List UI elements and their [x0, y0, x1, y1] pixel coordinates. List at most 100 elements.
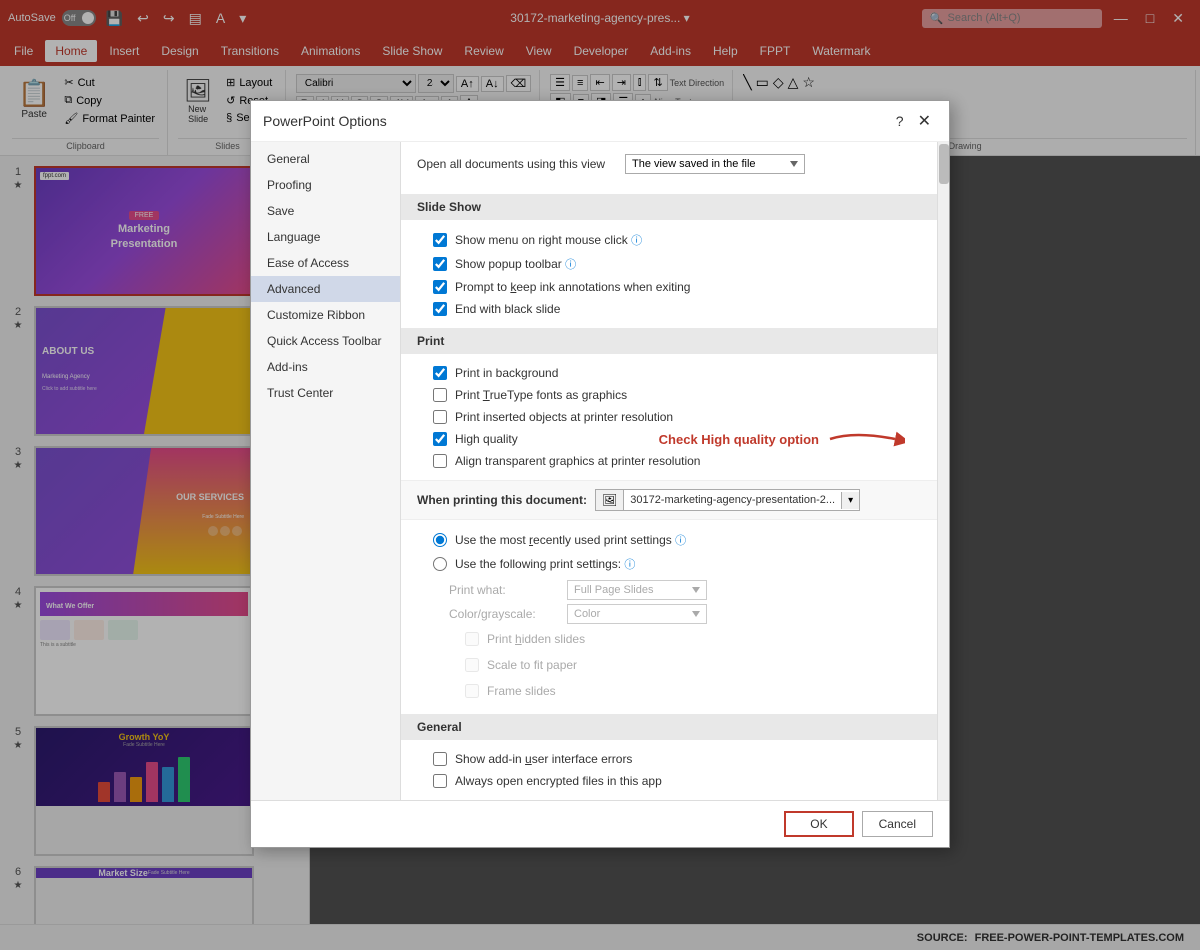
- slideshow-section-header: Slide Show: [401, 194, 937, 220]
- dialog-sidebar: General Proofing Save Language Ease of A…: [251, 142, 401, 800]
- nav-addins[interactable]: Add-ins: [251, 354, 400, 380]
- print-inserted-checkbox[interactable]: [433, 410, 447, 424]
- option-row: Print TrueType fonts as graphics: [417, 384, 921, 406]
- nav-ease-of-access[interactable]: Ease of Access: [251, 250, 400, 276]
- option-row: Prompt to keep ink annotations when exit…: [417, 276, 921, 298]
- show-menu-label: Show menu on right mouse click ⓘ: [455, 232, 642, 248]
- doc-select-dropdown[interactable]: ▾: [841, 492, 859, 509]
- powerpoint-options-dialog: PowerPoint Options ? ✕ General Proofing …: [250, 100, 950, 848]
- prompt-ink-checkbox[interactable]: [433, 280, 447, 294]
- print-hidden-checkbox: [465, 632, 479, 646]
- option-row: Print inserted objects at printer resolu…: [417, 406, 921, 428]
- dialog-title: PowerPoint Options: [263, 113, 387, 129]
- scrollbar-thumb[interactable]: [939, 144, 949, 184]
- slideshow-section-content: Show menu on right mouse click ⓘ Show po…: [401, 220, 937, 328]
- nav-language[interactable]: Language: [251, 224, 400, 250]
- scale-row: Scale to fit paper: [449, 654, 889, 676]
- color-select: Color: [567, 604, 707, 624]
- doc-select-text: 30172-marketing-agency-presentation-2...: [624, 491, 841, 509]
- doc-select-box[interactable]: 🖼 30172-marketing-agency-presentation-2.…: [595, 489, 860, 511]
- ok-button[interactable]: OK: [784, 811, 853, 837]
- following-settings-radio[interactable]: [433, 557, 447, 571]
- prompt-ink-label: Prompt to keep ink annotations when exit…: [455, 280, 690, 294]
- print-settings-grid: Print what: Full Page Slides Color/grays…: [417, 576, 921, 706]
- nav-general[interactable]: General: [251, 146, 400, 172]
- nav-advanced[interactable]: Advanced: [251, 276, 400, 302]
- nav-save[interactable]: Save: [251, 198, 400, 224]
- end-black-checkbox[interactable]: [433, 302, 447, 316]
- option-row: Show popup toolbar ⓘ: [417, 252, 921, 276]
- scale-label: Scale to fit paper: [487, 658, 577, 672]
- frame-row: Frame slides: [449, 680, 889, 702]
- print-inserted-label: Print inserted objects at printer resolu…: [455, 410, 673, 424]
- radio-row-1: Use the most recently used print setting…: [417, 528, 921, 552]
- dialog-help-button[interactable]: ?: [896, 113, 904, 129]
- print-section-content: Print in background Print TrueType fonts…: [401, 354, 937, 480]
- frame-label: Frame slides: [487, 684, 556, 698]
- dialog-body: General Proofing Save Language Ease of A…: [251, 142, 949, 800]
- scale-checkbox: [465, 658, 479, 672]
- print-truetype-checkbox[interactable]: [433, 388, 447, 402]
- color-row: Color/grayscale: Color: [449, 604, 889, 624]
- when-printing-row: When printing this document: 🖼 30172-mar…: [401, 480, 937, 520]
- when-printing-label: When printing this document:: [417, 493, 587, 507]
- dialog-top-section: Open all documents using this view The v…: [401, 142, 937, 194]
- view-label: Open all documents using this view: [417, 157, 617, 171]
- annotation-arrow-svg: [825, 427, 905, 451]
- open-encrypted-checkbox[interactable]: [433, 774, 447, 788]
- cancel-button[interactable]: Cancel: [862, 811, 933, 837]
- print-section-header: Print: [401, 328, 937, 354]
- option-row: Always open encrypted files in this app: [417, 770, 921, 792]
- recent-settings-radio[interactable]: [433, 533, 447, 547]
- print-hidden-label: Print hidden slides: [487, 632, 585, 646]
- option-row: Align transparent graphics at printer re…: [417, 450, 921, 472]
- view-row: Open all documents using this view The v…: [417, 150, 921, 178]
- show-popup-label: Show popup toolbar ⓘ: [455, 256, 576, 272]
- print-what-select: Full Page Slides: [567, 580, 707, 600]
- print-background-label: Print in background: [455, 366, 558, 380]
- frame-checkbox: [465, 684, 479, 698]
- doc-icon: 🖼: [596, 490, 624, 510]
- align-transparent-label: Align transparent graphics at printer re…: [455, 454, 700, 468]
- general-section-content: Show add-in user interface errors Always…: [401, 740, 937, 800]
- print-settings-section: Use the most recently used print setting…: [401, 520, 937, 714]
- annotation-text: Check High quality option: [659, 432, 819, 447]
- annotation-container: Check High quality option: [659, 427, 905, 451]
- dialog-footer: OK Cancel: [251, 800, 949, 847]
- dialog-scrollbar[interactable]: [937, 142, 949, 800]
- view-select[interactable]: The view saved in the file: [625, 154, 805, 174]
- option-row: End with black slide: [417, 298, 921, 320]
- dialog-title-bar: PowerPoint Options ? ✕: [251, 101, 949, 142]
- option-row: Show add-in user interface errors: [417, 748, 921, 770]
- color-label: Color/grayscale:: [449, 607, 559, 621]
- nav-trust-center[interactable]: Trust Center: [251, 380, 400, 406]
- high-quality-checkbox[interactable]: [433, 432, 447, 446]
- nav-quick-access[interactable]: Quick Access Toolbar: [251, 328, 400, 354]
- print-background-checkbox[interactable]: [433, 366, 447, 380]
- recent-settings-label: Use the most recently used print setting…: [455, 532, 686, 548]
- option-row: Show menu on right mouse click ⓘ: [417, 228, 921, 252]
- radio-row-2: Use the following print settings: ⓘ: [417, 552, 921, 576]
- high-quality-label: High quality: [455, 432, 518, 446]
- dialog-overlay: PowerPoint Options ? ✕ General Proofing …: [0, 0, 1200, 950]
- print-what-label: Print what:: [449, 583, 559, 597]
- general-section-header: General: [401, 714, 937, 740]
- high-quality-option-row: High quality Check High quality option: [417, 428, 921, 450]
- show-popup-checkbox[interactable]: [433, 257, 447, 271]
- dialog-title-controls: ? ✕: [896, 109, 937, 133]
- print-what-row: Print what: Full Page Slides: [449, 580, 889, 600]
- open-encrypted-label: Always open encrypted files in this app: [455, 774, 662, 788]
- end-black-label: End with black slide: [455, 302, 560, 316]
- dialog-content: Open all documents using this view The v…: [401, 142, 937, 800]
- dialog-close-button[interactable]: ✕: [912, 109, 937, 133]
- print-hidden-row: Print hidden slides: [449, 628, 889, 650]
- print-truetype-label: Print TrueType fonts as graphics: [455, 388, 627, 402]
- show-addin-errors-checkbox[interactable]: [433, 752, 447, 766]
- show-menu-checkbox[interactable]: [433, 233, 447, 247]
- align-transparent-checkbox[interactable]: [433, 454, 447, 468]
- nav-customize-ribbon[interactable]: Customize Ribbon: [251, 302, 400, 328]
- option-row: Print in background: [417, 362, 921, 384]
- show-addin-errors-label: Show add-in user interface errors: [455, 752, 632, 766]
- nav-proofing[interactable]: Proofing: [251, 172, 400, 198]
- following-settings-label: Use the following print settings: ⓘ: [455, 556, 635, 572]
